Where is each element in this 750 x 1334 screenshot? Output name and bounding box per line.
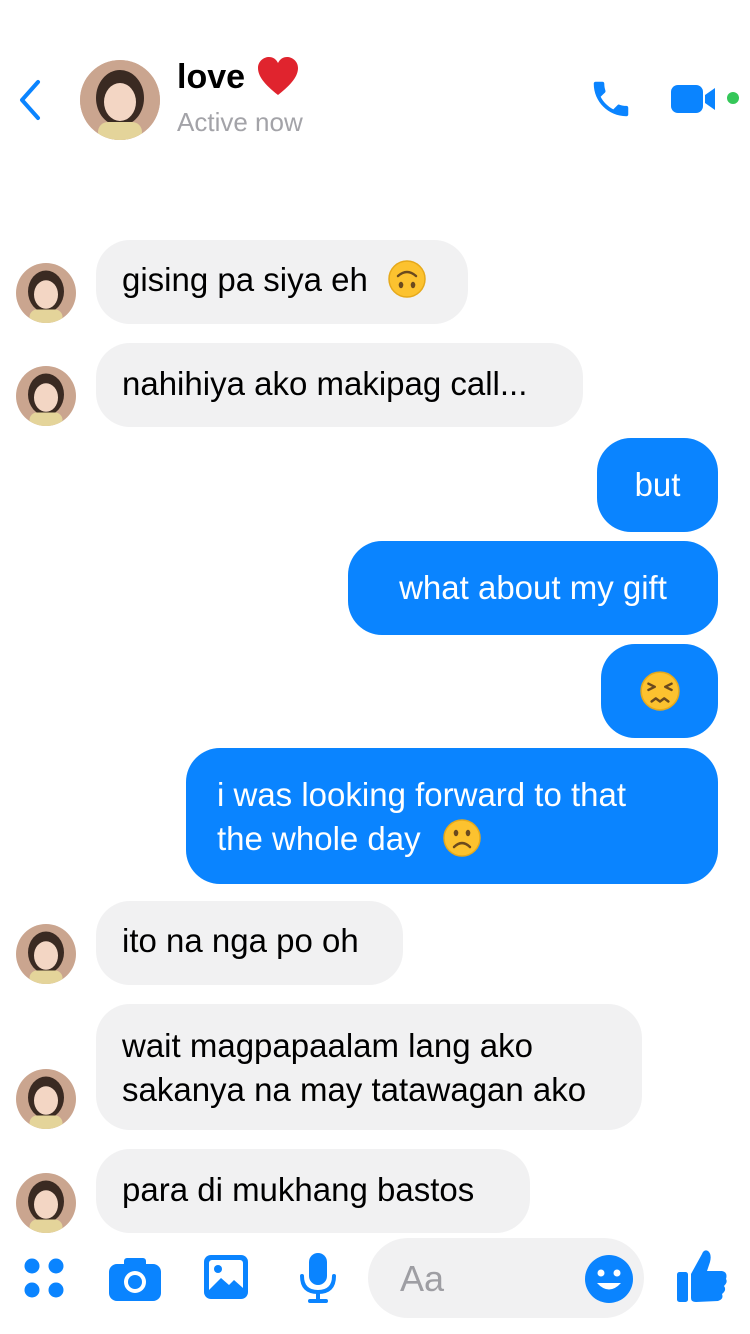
voice-call-button[interactable] <box>588 76 634 122</box>
emoji-icon <box>585 1255 633 1303</box>
message-bubble-incoming[interactable]: nahihiya ako makipag call... <box>96 343 583 427</box>
contact-name: love <box>177 58 246 96</box>
avatar-image <box>80 60 160 140</box>
message-bubble-outgoing[interactable]: what about my gift <box>348 541 718 635</box>
camera-button[interactable] <box>108 1256 162 1307</box>
video-camera-icon <box>671 85 715 113</box>
video-call-button[interactable] <box>670 80 718 118</box>
gallery-button[interactable] <box>203 1254 249 1305</box>
camera-icon <box>109 1258 161 1301</box>
sender-avatar[interactable] <box>16 263 76 323</box>
like-button[interactable] <box>676 1248 728 1309</box>
contact-status: Active now <box>177 107 303 137</box>
message-text: what about my gift <box>399 569 667 606</box>
message-bubble-incoming[interactable]: wait magpapaalam lang ako sakanya na may… <box>96 1004 642 1130</box>
message-text: para di mukhang bastos <box>122 1171 475 1208</box>
message-bubble-incoming[interactable]: gising pa siya eh <box>96 240 468 324</box>
message-bubble-incoming[interactable]: para di mukhang bastos <box>96 1149 530 1233</box>
message-bubble-outgoing[interactable]: i was looking forward to that the whole … <box>186 748 718 884</box>
message-text: but <box>634 466 681 503</box>
back-button[interactable] <box>14 78 48 122</box>
message-text: gising pa siya eh <box>122 261 368 298</box>
message-text-line: sakanya na may tatawagan ako <box>122 1071 587 1108</box>
sender-avatar[interactable] <box>16 366 76 426</box>
heart-icon <box>256 56 300 98</box>
apps-button[interactable] <box>20 1254 68 1307</box>
microphone-icon <box>300 1253 336 1303</box>
message-text-line: i was looking forward to that <box>217 776 627 813</box>
upside-down-face-icon <box>388 260 426 299</box>
apps-icon <box>24 1258 64 1298</box>
contact-avatar[interactable] <box>80 60 160 140</box>
message-bubble-incoming[interactable]: ito na nga po oh <box>96 901 403 985</box>
voice-message-button[interactable] <box>298 1252 338 1309</box>
online-indicator <box>727 92 739 104</box>
message-text: nahihiya ako makipag call... <box>122 365 528 402</box>
sender-avatar[interactable] <box>16 1173 76 1233</box>
thumbs-up-icon <box>677 1250 727 1302</box>
sender-avatar[interactable] <box>16 924 76 984</box>
message-text-line: the whole day <box>217 820 421 857</box>
message-text: ito na nga po oh <box>122 922 359 959</box>
chevron-left-icon <box>20 80 40 120</box>
message-text-line: wait magpapaalam lang ako <box>122 1027 533 1064</box>
frowning-face-icon <box>443 819 481 858</box>
sender-avatar[interactable] <box>16 1069 76 1129</box>
image-icon <box>204 1255 248 1299</box>
message-bubble-outgoing[interactable] <box>601 644 718 738</box>
persevering-face-icon <box>639 671 680 711</box>
phone-icon <box>593 81 629 117</box>
message-bubble-outgoing[interactable]: but <box>597 438 718 532</box>
message-input-placeholder: Aa <box>400 1258 445 1299</box>
emoji-button[interactable] <box>584 1254 634 1309</box>
